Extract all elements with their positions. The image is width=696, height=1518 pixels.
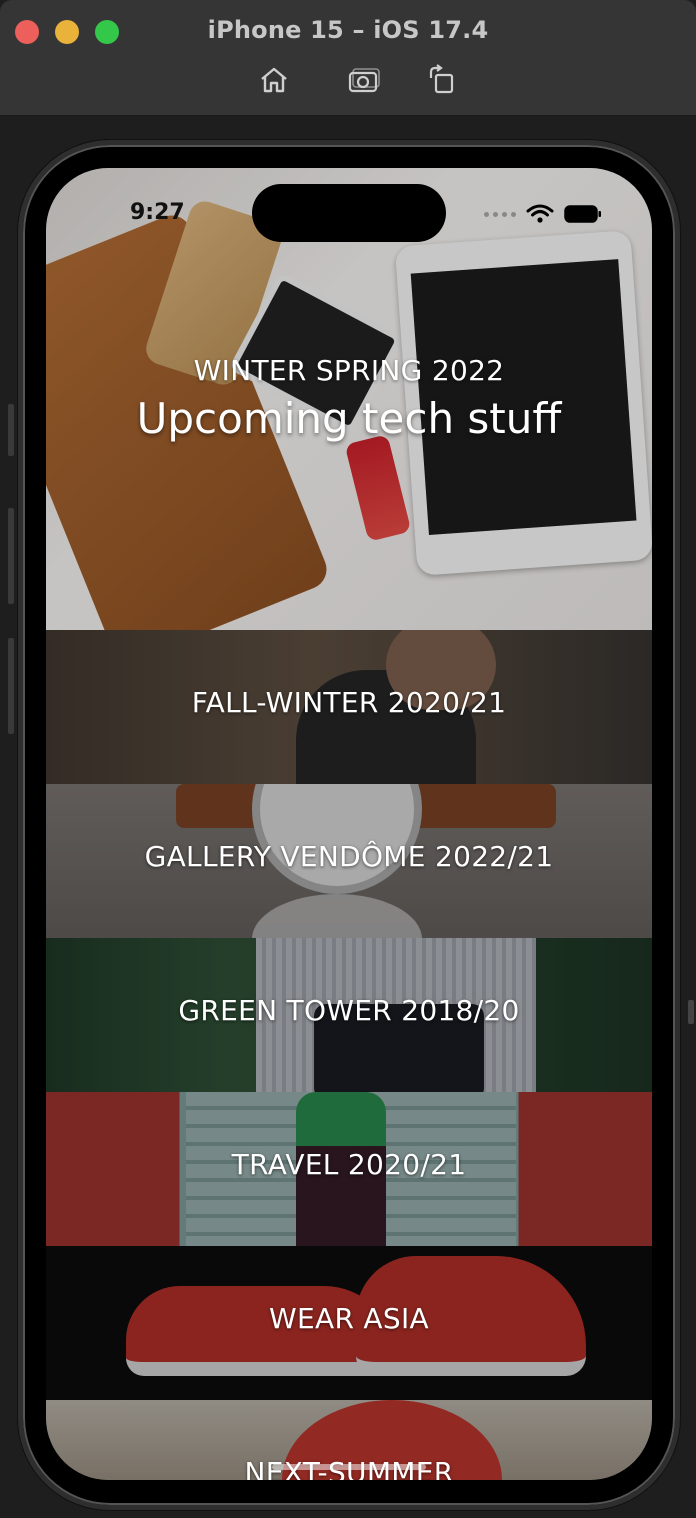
home-button[interactable] [254,62,294,98]
wifi-icon [526,204,554,223]
collection-row[interactable]: WEAR ASIA [46,1246,652,1400]
status-icons [484,204,602,224]
volume-down-button [8,638,14,734]
rotate-button[interactable] [422,62,462,98]
home-indicator[interactable] [272,1464,426,1470]
cellular-dots-icon [484,211,516,217]
collection-label: FALL-WINTER 2020/21 [191,686,507,719]
collection-label: WEAR ASIA [269,1302,429,1335]
rotate-icon [429,64,454,94]
mute-switch [8,404,14,456]
volume-up-button [8,508,14,604]
power-button [688,1000,694,1024]
device-screen: 9:27 WINTER SPRING 2022 Upcoming tech st… [46,168,652,1480]
collection-row[interactable]: GREEN TOWER 2018/20 [46,938,652,1092]
collection-row[interactable]: GALLERY VENDÔME 2022/21 [46,784,652,938]
collection-label: TRAVEL 2020/21 [231,1148,467,1181]
dynamic-island [252,184,446,242]
hero-subtitle: WINTER SPRING 2022 [193,354,505,387]
collection-label: GREEN TOWER 2018/20 [178,994,520,1027]
collection-row[interactable]: FALL-WINTER 2020/21 [46,630,652,784]
collection-label: GALLERY VENDÔME 2022/21 [144,840,554,873]
status-time: 9:27 [130,200,185,225]
window-title: iPhone 15 – iOS 17.4 [207,16,489,44]
simulator-titlebar: iPhone 15 – iOS 17.4 [0,0,696,116]
battery-icon [564,205,601,223]
collection-row[interactable]: TRAVEL 2020/21 [46,1092,652,1246]
screenshot-button[interactable] [344,62,384,98]
home-icon [261,67,287,93]
screenshot-icon [348,68,380,93]
hero-title: Upcoming tech stuff [136,394,562,443]
